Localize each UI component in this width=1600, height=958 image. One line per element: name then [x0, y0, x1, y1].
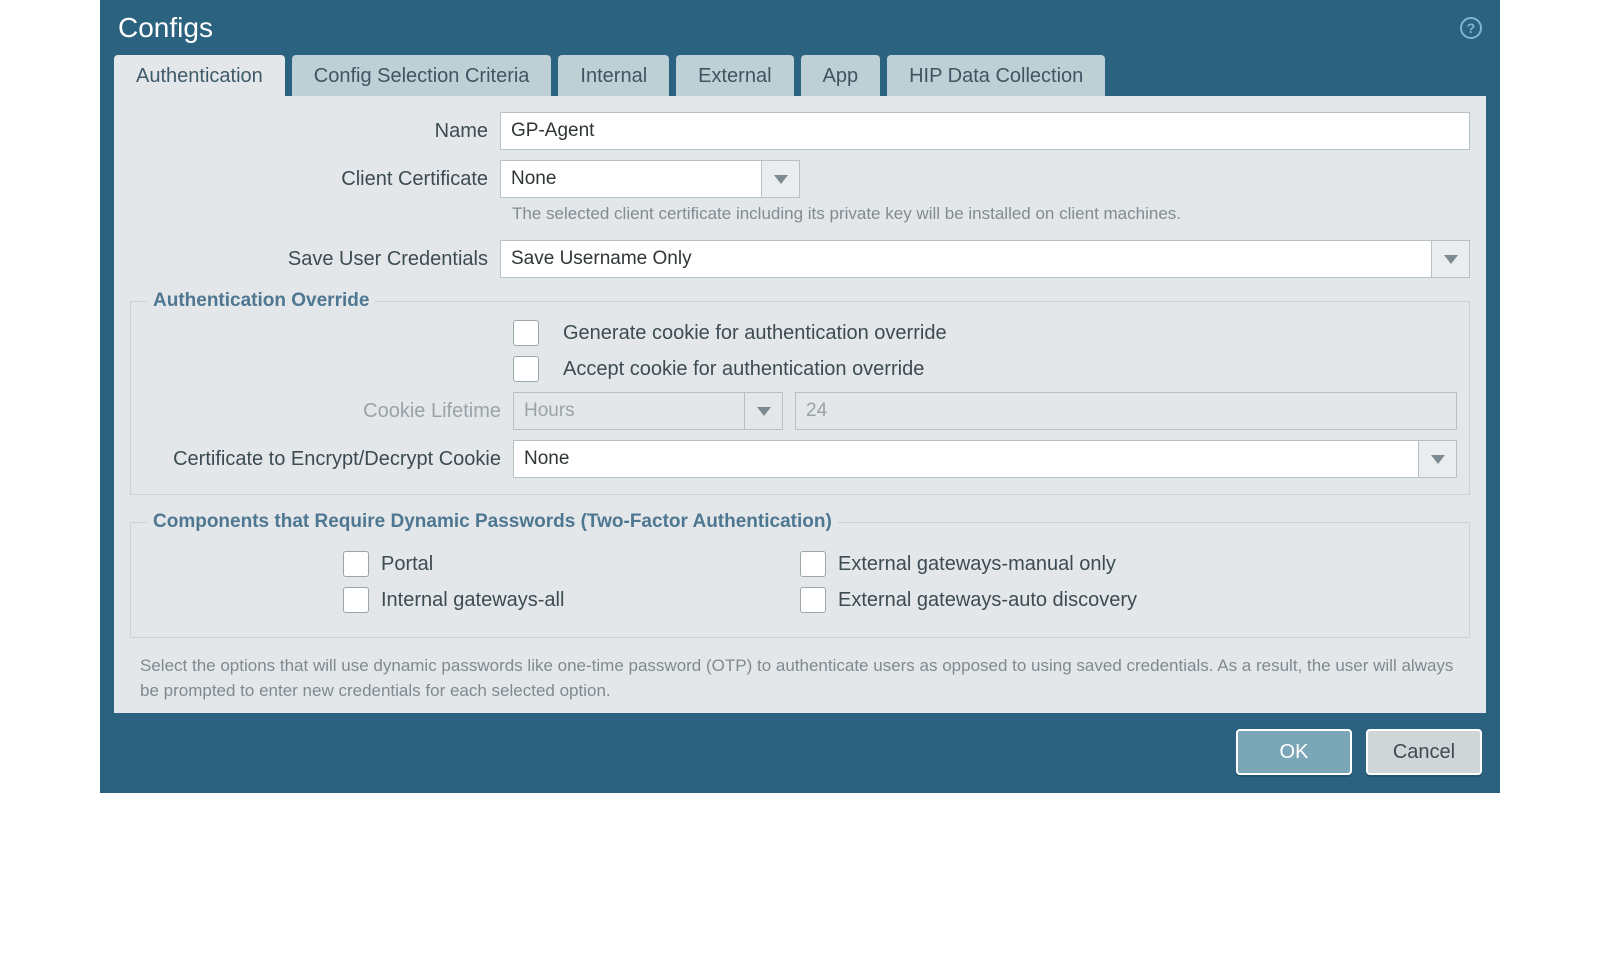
tab-app[interactable]: App — [801, 55, 881, 96]
internal-gateways-all-label: Internal gateways-all — [381, 589, 564, 612]
save-user-credentials-value: Save Username Only — [501, 248, 1431, 270]
two-factor-legend: Components that Require Dynamic Password… — [147, 511, 838, 533]
cookie-lifetime-value-input — [795, 392, 1457, 430]
cert-cookie-select[interactable]: None — [513, 440, 1457, 478]
dialog-header: Configs ? — [100, 0, 1500, 55]
ok-button[interactable]: OK — [1236, 729, 1352, 775]
name-label: Name — [130, 120, 500, 143]
cert-cookie-value: None — [514, 448, 1418, 470]
client-certificate-label: Client Certificate — [130, 168, 500, 191]
authentication-override-fieldset: Authentication Override Generate cookie … — [130, 290, 1470, 495]
save-user-credentials-label: Save User Credentials — [130, 248, 500, 271]
name-input[interactable] — [500, 112, 1470, 150]
dialog-footer: OK Cancel — [100, 713, 1500, 775]
internal-gateways-all-checkbox[interactable] — [343, 587, 369, 613]
authentication-panel: Name Client Certificate None The selecte… — [114, 96, 1486, 713]
tab-external[interactable]: External — [676, 55, 793, 96]
portal-checkbox[interactable] — [343, 551, 369, 577]
tab-internal[interactable]: Internal — [558, 55, 669, 96]
external-gateways-auto-checkbox[interactable] — [800, 587, 826, 613]
cancel-button[interactable]: Cancel — [1366, 729, 1482, 775]
cert-cookie-label: Certificate to Encrypt/Decrypt Cookie — [143, 448, 513, 471]
accept-cookie-checkbox[interactable] — [513, 356, 539, 382]
dialog-title: Configs — [118, 12, 1460, 44]
configs-dialog: Configs ? Authentication Config Selectio… — [100, 0, 1500, 793]
generate-cookie-label: Generate cookie for authentication overr… — [563, 322, 947, 345]
tab-bar: Authentication Config Selection Criteria… — [100, 55, 1500, 96]
chevron-down-icon[interactable] — [1431, 241, 1469, 277]
authentication-override-legend: Authentication Override — [147, 290, 375, 312]
chevron-down-icon[interactable] — [761, 161, 799, 197]
tab-config-selection-criteria[interactable]: Config Selection Criteria — [292, 55, 552, 96]
external-gateways-auto-label: External gateways-auto discovery — [838, 589, 1137, 612]
generate-cookie-checkbox[interactable] — [513, 320, 539, 346]
cookie-lifetime-unit-select: Hours — [513, 392, 783, 430]
two-factor-description: Select the options that will use dynamic… — [140, 654, 1460, 703]
tab-hip-data-collection[interactable]: HIP Data Collection — [887, 55, 1105, 96]
client-certificate-select[interactable]: None — [500, 160, 800, 198]
chevron-down-icon — [744, 393, 782, 429]
chevron-down-icon[interactable] — [1418, 441, 1456, 477]
client-certificate-hint: The selected client certificate includin… — [512, 204, 1470, 224]
portal-label: Portal — [381, 553, 433, 576]
external-gateways-manual-label: External gateways-manual only — [838, 553, 1116, 576]
accept-cookie-label: Accept cookie for authentication overrid… — [563, 358, 924, 381]
save-user-credentials-select[interactable]: Save Username Only — [500, 240, 1470, 278]
client-certificate-value: None — [501, 168, 761, 190]
cookie-lifetime-label: Cookie Lifetime — [143, 400, 513, 423]
external-gateways-manual-checkbox[interactable] — [800, 551, 826, 577]
tab-authentication[interactable]: Authentication — [114, 55, 285, 96]
cookie-lifetime-unit-value: Hours — [514, 400, 744, 422]
two-factor-fieldset: Components that Require Dynamic Password… — [130, 511, 1470, 638]
help-icon[interactable]: ? — [1460, 17, 1482, 39]
